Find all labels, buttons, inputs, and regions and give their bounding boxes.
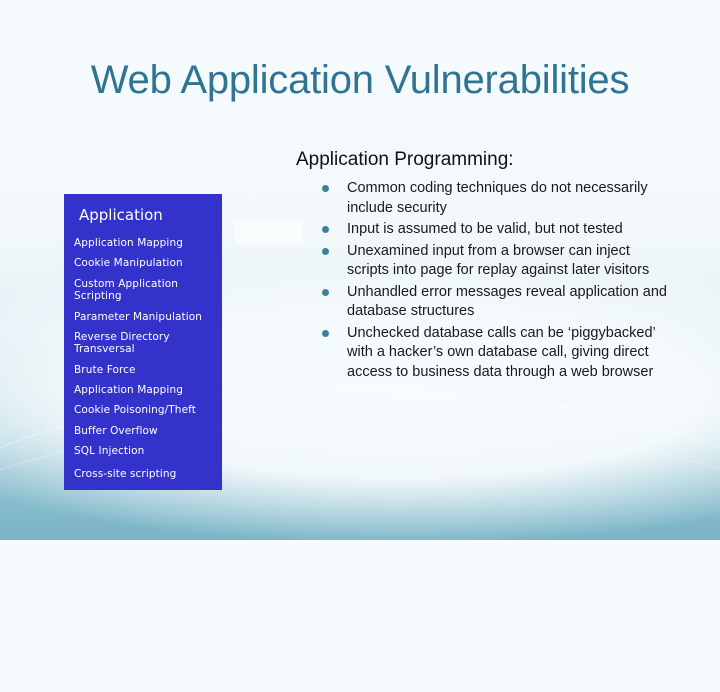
bullet-item: Unexamined input from a browser can inje… (322, 242, 667, 281)
vulnerability-item: Buffer Overflow (74, 425, 158, 437)
bullet-item: Common coding techniques do not necessar… (322, 179, 667, 218)
bullet-dot-icon (322, 247, 329, 255)
section-heading: Application Programming: (296, 149, 514, 170)
vulnerability-item: Application Mapping (74, 237, 183, 249)
vulnerability-item: Cookie Manipulation (74, 257, 183, 269)
faint-label-box (235, 221, 303, 245)
bullet-dot-icon (322, 329, 329, 337)
vulnerability-item: Cookie Poisoning/Theft (74, 404, 196, 416)
vulnerability-box-heading: Application (79, 206, 163, 224)
bullet-text: Input is assumed to be valid, but not te… (347, 221, 623, 237)
bullet-text: Unhandled error messages reveal applicat… (347, 283, 667, 320)
bullet-text: Common coding techniques do not necessar… (347, 180, 648, 216)
bullet-dot-icon (322, 185, 329, 192)
vulnerability-item: Brute Force (74, 364, 136, 376)
vulnerability-item: SQL Injection (74, 445, 145, 457)
bullet-item: Unchecked database calls can be ‘piggyba… (322, 324, 667, 383)
vulnerability-item: Cross-site scripting (74, 468, 177, 480)
vulnerability-item: Parameter Manipulation (74, 311, 203, 323)
bullet-item: Input is assumed to be valid, but not te… (322, 220, 667, 240)
vulnerability-item: Application Mapping (74, 384, 183, 396)
bullet-dot-icon (322, 288, 329, 296)
bullet-text: Unchecked database calls can be ‘piggyba… (347, 324, 656, 380)
bullet-dot-icon (322, 226, 329, 233)
bullet-item: Unhandled error messages reveal applicat… (322, 283, 667, 322)
vulnerability-item: Reverse Directory Transversal (74, 331, 170, 355)
slide-title: Web Application Vulnerabilities (90, 58, 630, 102)
vulnerability-list-box: Application Application Mapping Cookie M… (64, 194, 222, 490)
bullet-text: Unexamined input from a browser can inje… (347, 242, 650, 279)
vulnerability-item: Custom Application Scripting (74, 278, 179, 302)
bullet-list: Common coding techniques do not necessar… (322, 179, 667, 384)
